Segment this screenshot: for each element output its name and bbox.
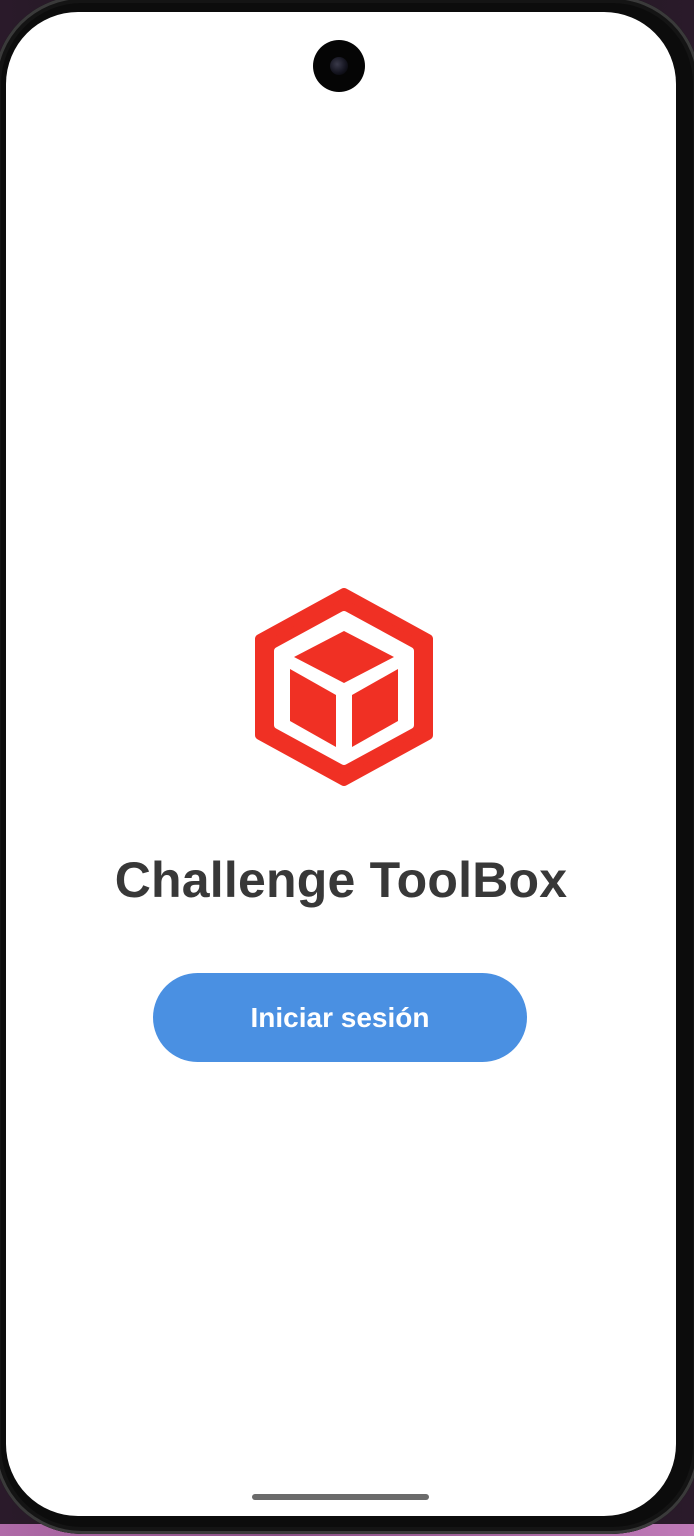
app-title: Challenge ToolBox	[114, 852, 568, 908]
cube-hexagon-icon	[255, 588, 433, 786]
phone-frame: Challenge ToolBox Iniciar sesión	[0, 0, 694, 1534]
front-camera	[313, 40, 365, 92]
login-button[interactable]: Iniciar sesión	[153, 973, 527, 1062]
home-indicator[interactable]	[252, 1494, 429, 1500]
app-screen: Challenge ToolBox Iniciar sesión	[6, 12, 676, 1516]
